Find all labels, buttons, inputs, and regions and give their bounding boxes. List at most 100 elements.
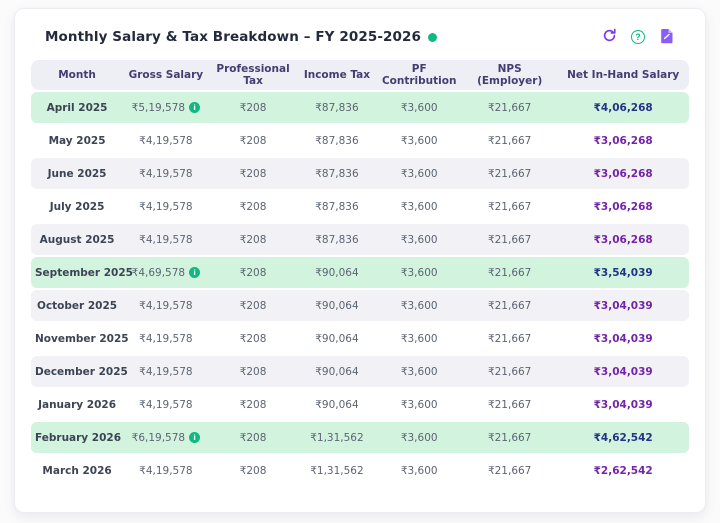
gross-salary-value: ₹4,19,578 xyxy=(139,333,192,345)
month-cell: August 2025 xyxy=(31,224,123,255)
professional-tax-value: ₹208 xyxy=(240,465,267,477)
net-in-hand-value: ₹4,62,542 xyxy=(594,432,653,444)
professional-tax-value: ₹208 xyxy=(240,168,267,180)
nps-employer-cell: ₹21,667 xyxy=(462,125,557,156)
income-tax-cell: ₹87,836 xyxy=(297,92,376,123)
professional-tax-cell: ₹208 xyxy=(209,290,298,321)
nps-employer-cell: ₹21,667 xyxy=(462,92,557,123)
income-tax-value: ₹90,064 xyxy=(315,267,358,279)
help-icon: ? xyxy=(631,30,645,44)
income-tax-value: ₹87,836 xyxy=(315,102,358,114)
table-row: May 2025₹4,19,578₹208₹87,836₹3,600₹21,66… xyxy=(31,125,689,156)
gross-salary-cell: ₹5,19,578 i xyxy=(123,92,209,123)
pf-contribution-value: ₹3,600 xyxy=(401,201,438,213)
professional-tax-value: ₹208 xyxy=(240,432,267,444)
income-tax-cell: ₹90,064 xyxy=(297,290,376,321)
pf-contribution-value: ₹3,600 xyxy=(401,432,438,444)
nps-employer-cell: ₹21,667 xyxy=(462,389,557,420)
month-cell: July 2025 xyxy=(31,191,123,222)
nps-employer-value: ₹21,667 xyxy=(488,135,531,147)
table-row: September 2025₹4,69,578i₹208₹90,064₹3,60… xyxy=(31,257,689,288)
gross-salary-cell: ₹4,19,578 xyxy=(123,290,209,321)
nps-employer-value: ₹21,667 xyxy=(488,465,531,477)
gross-salary-cell: ₹4,19,578 xyxy=(123,191,209,222)
nps-employer-cell: ₹21,667 xyxy=(462,323,557,354)
table-row: January 2026₹4,19,578₹208₹90,064₹3,600₹2… xyxy=(31,389,689,420)
professional-tax-value: ₹208 xyxy=(240,234,267,246)
pf-contribution-cell: ₹3,600 xyxy=(376,257,462,288)
nps-employer-value: ₹21,667 xyxy=(488,399,531,411)
month-value: April 2025 xyxy=(47,102,108,114)
net-in-hand-value: ₹4,06,268 xyxy=(594,102,653,114)
nps-employer-value: ₹21,667 xyxy=(488,366,531,378)
gross-salary-cell: ₹6,19,578i xyxy=(123,422,209,453)
professional-tax-cell: ₹208 xyxy=(209,323,298,354)
month-value: October 2025 xyxy=(37,300,117,312)
month-value: January 2026 xyxy=(38,399,116,411)
pf-contribution-value: ₹3,600 xyxy=(401,168,438,180)
gross-salary-value: ₹4,19,578 xyxy=(139,465,192,477)
net-in-hand-value: ₹3,54,039 xyxy=(594,267,653,279)
info-icon[interactable]: i xyxy=(189,102,200,113)
pf-contribution-value: ₹3,600 xyxy=(401,333,438,345)
nps-employer-cell: ₹21,667 xyxy=(462,455,557,486)
refresh-button[interactable] xyxy=(601,29,617,45)
pf-contribution-value: ₹3,600 xyxy=(401,267,438,279)
net-in-hand-cell: ₹3,06,268 xyxy=(557,158,689,189)
income-tax-cell: ₹87,836 xyxy=(297,191,376,222)
pf-contribution-value: ₹3,600 xyxy=(401,399,438,411)
income-tax-cell: ₹90,064 xyxy=(297,257,376,288)
net-in-hand-cell: ₹3,04,039 xyxy=(557,389,689,420)
income-tax-value: ₹90,064 xyxy=(315,399,358,411)
gross-salary-cell: ₹4,19,578 xyxy=(123,389,209,420)
net-in-hand-value: ₹2,62,542 xyxy=(594,465,653,477)
help-button[interactable]: ? xyxy=(630,29,646,45)
professional-tax-cell: ₹208 xyxy=(209,257,298,288)
professional-tax-value: ₹208 xyxy=(240,201,267,213)
professional-tax-cell: ₹208 xyxy=(209,224,298,255)
net-in-hand-cell: ₹3,54,039 xyxy=(557,257,689,288)
nps-employer-value: ₹21,667 xyxy=(488,201,531,213)
column-header-pf-contribution: PF Contribution xyxy=(376,60,462,90)
professional-tax-cell: ₹208 xyxy=(209,455,298,486)
month-value: June 2025 xyxy=(48,168,107,180)
month-cell: February 2026 xyxy=(31,422,123,453)
info-icon[interactable]: i xyxy=(189,432,200,443)
nps-employer-value: ₹21,667 xyxy=(488,300,531,312)
income-tax-value: ₹87,836 xyxy=(315,135,358,147)
nps-employer-cell: ₹21,667 xyxy=(462,356,557,387)
table-header-row: MonthGross SalaryProfessional TaxIncome … xyxy=(31,60,689,90)
card-header: Monthly Salary & Tax Breakdown – FY 2025… xyxy=(31,27,689,45)
gross-salary-value: ₹5,19,578 xyxy=(132,102,185,114)
net-in-hand-value: ₹3,06,268 xyxy=(594,168,653,180)
nps-employer-value: ₹21,667 xyxy=(488,333,531,345)
income-tax-value: ₹87,836 xyxy=(315,201,358,213)
pf-contribution-cell: ₹3,600 xyxy=(376,323,462,354)
gross-salary-cell: ₹4,19,578 xyxy=(123,125,209,156)
pf-contribution-cell: ₹3,600 xyxy=(376,125,462,156)
income-tax-cell: ₹87,836 xyxy=(297,158,376,189)
professional-tax-value: ₹208 xyxy=(240,267,267,279)
table-row: July 2025₹4,19,578 ₹208 ₹87,836 ₹3,600 ₹21,6… xyxy=(31,191,689,222)
net-in-hand-cell: ₹4,06,268 xyxy=(557,92,689,123)
income-tax-value: ₹1,31,562 xyxy=(310,432,363,444)
net-in-hand-cell: ₹2,62,542 xyxy=(557,455,689,486)
gross-salary-value: ₹4,19,578 xyxy=(139,135,192,147)
pf-contribution-value: ₹3,600 xyxy=(401,135,438,147)
month-cell: January 2026 xyxy=(31,389,123,420)
professional-tax-value: ₹208 xyxy=(240,333,267,345)
month-cell: November 2025 xyxy=(31,323,123,354)
document-button[interactable] xyxy=(659,29,675,45)
month-value: February 2026 xyxy=(35,432,121,444)
professional-tax-cell: ₹208 xyxy=(209,158,298,189)
info-icon[interactable]: i xyxy=(189,267,200,278)
income-tax-cell: ₹1,31,562 xyxy=(297,455,376,486)
net-in-hand-value: ₹3,04,039 xyxy=(594,366,653,378)
income-tax-cell: ₹90,064 xyxy=(297,323,376,354)
month-value: August 2025 xyxy=(40,234,115,246)
pf-contribution-value: ₹3,600 xyxy=(401,366,438,378)
pf-contribution-cell: ₹3,600 xyxy=(376,158,462,189)
month-cell: December 2025 xyxy=(31,356,123,387)
professional-tax-value: ₹208 xyxy=(240,102,267,114)
column-header-nps-employer: NPS (Employer) xyxy=(462,60,557,90)
